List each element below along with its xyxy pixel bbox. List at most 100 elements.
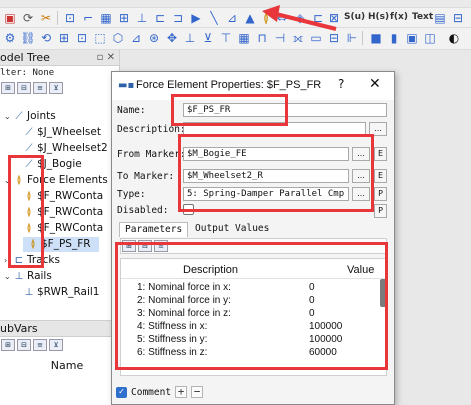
tree-item-label: Rails <box>27 270 52 282</box>
frame-view-icon[interactable]: ⊡ <box>74 30 90 46</box>
body-icon[interactable]: ⊡ <box>62 10 78 26</box>
wheel-icon[interactable]: ◈ <box>292 10 308 26</box>
tree-item-j-wheelset2[interactable]: ⟋ $J_Wheelset2 <box>14 141 108 156</box>
ball-icon[interactable]: ◐ <box>446 30 462 46</box>
joint-icon: ⟋ <box>25 126 33 138</box>
link-icon[interactable]: ⊐ <box>170 10 186 26</box>
gear-icon[interactable]: ⚙ <box>2 30 18 46</box>
path-icon[interactable]: ╲ <box>206 10 222 26</box>
tilt-icon[interactable]: ⊻ <box>200 30 216 46</box>
tree-item-rails[interactable]: ⌄ ⊥ Rails <box>4 269 52 284</box>
fx-button[interactable]: f(x) <box>390 12 408 22</box>
cylinder-icon[interactable]: ▮ <box>386 30 402 46</box>
disabled-label: Disabled: <box>117 205 169 216</box>
su-button[interactable]: S(u) <box>344 12 365 22</box>
rail-icon: ⊥ <box>24 286 34 298</box>
close-button[interactable]: ✕ <box>369 76 381 92</box>
expand-all-icon[interactable]: ⊞ <box>1 82 15 94</box>
tree-item-label: $J_Wheelset <box>37 126 101 138</box>
toolbar-row-2: ⚙ ⛓ ⟲ ⊞ ⊡ ⬚ ⬡ ⊿ ⊛ ✥ ⊥ ⊻ ⊤ ▦ ⊓ ⊣ ⟗ ▭ ⊟ ⊩ … <box>0 28 471 50</box>
filter-icon[interactable]: ⊻ <box>49 82 63 94</box>
collapse-all-icon[interactable]: ⊟ <box>17 339 31 351</box>
subvars-column-name[interactable]: Name <box>0 359 120 372</box>
name-label: Name: <box>117 105 146 116</box>
sort-icon[interactable]: ≡ <box>33 82 47 94</box>
highlight-name-field <box>171 94 288 126</box>
rotate-icon[interactable]: ⟲ <box>38 30 54 46</box>
toolbar-top-strip <box>0 0 471 8</box>
tools-icon[interactable]: ✂ <box>38 10 54 26</box>
triangle-icon[interactable]: ▲ <box>242 10 258 26</box>
expand-all-icon[interactable]: ⊞ <box>1 339 15 351</box>
filter-icon[interactable]: ⊻ <box>49 339 63 351</box>
frame-icon-2[interactable]: ⊓ <box>254 30 270 46</box>
rail-icon[interactable]: ⇔ <box>274 10 290 26</box>
subvars-title: ubVars <box>0 322 38 335</box>
shape-icon[interactable]: ⬡ <box>110 30 126 46</box>
help-button[interactable]: ? <box>338 77 344 91</box>
display-icon[interactable]: ▤ <box>432 10 448 26</box>
spring-damper-icon[interactable]: ≬ <box>258 10 274 26</box>
tab-parameters[interactable]: Parameters <box>119 222 189 237</box>
solid-icon[interactable]: ▣ <box>404 30 420 46</box>
pin-icon[interactable]: ▫ ✕ <box>97 50 115 66</box>
frame-add-icon[interactable]: ⊞ <box>56 30 72 46</box>
track-icon[interactable]: ⊏ <box>310 10 326 26</box>
hs-button[interactable]: H(s) <box>368 12 389 22</box>
tree-icon[interactable]: ⊩ <box>344 30 360 46</box>
plane-icon[interactable]: ⊿ <box>128 30 144 46</box>
link-chain-icon[interactable]: ⛓ <box>20 30 36 46</box>
tree-item-rwr-rail1[interactable]: ⊥ $RWR_Rail1 <box>14 285 100 300</box>
grid-icon[interactable]: ▦ <box>98 10 114 26</box>
tree-item-label: $F_RWConta <box>37 206 104 218</box>
sort-icon[interactable]: ≡ <box>33 339 47 351</box>
joint-icon: ⟋ <box>25 142 33 154</box>
frame-icon[interactable]: ⊞ <box>116 10 132 26</box>
cube-icon[interactable]: ⬚ <box>92 30 108 46</box>
settings-icon[interactable]: ⊟ <box>450 10 466 26</box>
tree-item-label: $F_PS_FR <box>41 238 91 250</box>
add-comment-button[interactable]: + <box>175 386 188 398</box>
joint-icon: ⟋ <box>15 110 23 122</box>
chevron-down-icon[interactable]: ⌄ <box>4 109 13 124</box>
tree-item-label: $J_Wheelset2 <box>37 142 108 154</box>
tab-output-values[interactable]: Output Values <box>190 222 274 237</box>
from-marker-edit-button[interactable]: E <box>374 147 387 161</box>
measure-icon[interactable]: ⊿ <box>224 10 240 26</box>
joint-icon[interactable]: ⊥ <box>134 10 150 26</box>
type-label: Type: <box>117 189 146 200</box>
sensor-icon[interactable]: ⊠ <box>326 10 342 26</box>
measure-icon-2[interactable]: ⊤ <box>218 30 234 46</box>
tree-item-joints[interactable]: ⌄ ⟋ Joints <box>4 109 56 124</box>
wire-icon[interactable]: ◫ <box>422 30 438 46</box>
tree-item-j-wheelset[interactable]: ⟋ $J_Wheelset <box>14 125 101 140</box>
text-button[interactable]: Text <box>412 12 433 22</box>
from-marker-label: From Marker: <box>117 149 186 160</box>
type-properties-button[interactable]: P <box>374 187 387 201</box>
force-icon[interactable]: ▶ <box>188 10 204 26</box>
to-marker-label: To Marker: <box>117 171 175 182</box>
app-icon: ▬▪ <box>118 80 135 91</box>
to-marker-edit-button[interactable]: E <box>374 169 387 183</box>
marker-icon[interactable]: ⌐ <box>80 10 96 26</box>
reset-icon[interactable]: ⟳ <box>20 10 36 26</box>
transform-icon[interactable]: ⟗ <box>290 30 306 46</box>
save-icon[interactable]: ▣ <box>2 10 18 26</box>
tree-item-label: $RWR_Rail1 <box>37 286 100 298</box>
sheet-icon[interactable]: ▭ <box>308 30 324 46</box>
collapse-all-icon[interactable]: ⊟ <box>17 82 31 94</box>
move-icon[interactable]: ✥ <box>164 30 180 46</box>
remove-comment-button[interactable]: − <box>191 386 204 398</box>
pattern-icon[interactable]: ▦ <box>236 30 252 46</box>
comment-checkbox[interactable]: ✓ <box>116 386 127 398</box>
mesh-icon[interactable]: ⊛ <box>146 30 162 46</box>
rod-icon[interactable]: ⊥ <box>182 30 198 46</box>
comment-row: ✓ Comment + − <box>116 385 204 399</box>
tree-item-label: Joints <box>27 110 56 122</box>
connection-icon[interactable]: ⊏ <box>152 10 168 26</box>
chevron-down-icon[interactable]: ⌄ <box>4 269 13 284</box>
box-icon[interactable]: ■ <box>368 30 384 46</box>
disabled-properties-button[interactable]: P <box>374 204 387 218</box>
split-icon[interactable]: ⊟ <box>326 30 342 46</box>
joint-icon-2[interactable]: ⊣ <box>272 30 288 46</box>
